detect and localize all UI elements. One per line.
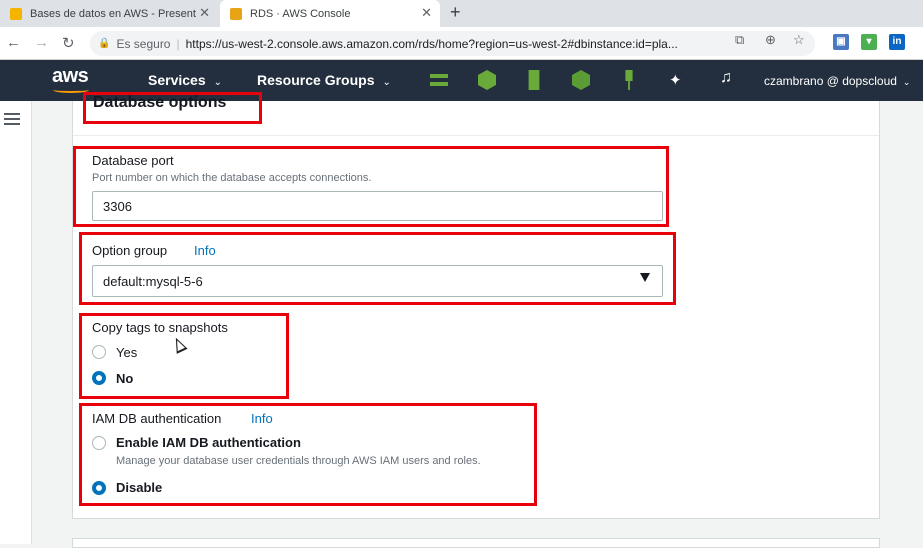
hamburger-menu-icon[interactable] [4, 113, 20, 125]
highlight-box-copy-tags [79, 313, 289, 399]
next-panel [72, 538, 880, 548]
tab-title: RDS · AWS Console [250, 7, 351, 20]
forward-icon[interactable]: → [34, 34, 49, 51]
highlight-box-database-port [73, 146, 669, 227]
side-navigation-rail [0, 101, 32, 544]
bookmark-star-icon[interactable]: ☆ [793, 32, 805, 48]
secure-label: Es seguro [116, 36, 171, 51]
url-text: https://us-west-2.console.aws.amazon.com… [185, 36, 678, 51]
highlight-box-option-group [79, 232, 676, 305]
browser-tab-slides[interactable]: Bases de datos en AWS - Present ✕ [0, 0, 218, 27]
bell-icon[interactable]: ♫ [720, 69, 732, 87]
back-icon[interactable]: ← [6, 34, 21, 51]
services-menu[interactable]: Services ⌄ [148, 72, 222, 88]
chevron-down-icon: ⌄ [213, 77, 222, 88]
service-shortcut-icon[interactable] [478, 70, 496, 90]
new-tab-button[interactable]: + [450, 2, 461, 23]
slides-favicon-icon [10, 7, 22, 20]
service-shortcut-icon[interactable] [430, 74, 448, 86]
linkedin-icon[interactable]: in [889, 34, 905, 50]
lock-icon: 🔒 [98, 38, 111, 49]
extension-screen-icon[interactable]: ▣ [833, 34, 849, 50]
services-label: Services [148, 72, 206, 88]
reload-icon[interactable]: ↻ [62, 34, 75, 52]
browser-toolbar: ← → ↻ 🔒 Es seguro | https://us-west-2.co… [0, 27, 923, 60]
chevron-down-icon: ⌄ [382, 77, 391, 88]
zoom-icon[interactable]: ⊕ [765, 32, 776, 48]
browser-tab-strip: Bases de datos en AWS - Present ✕ RDS · … [0, 0, 923, 27]
user-label: czambrano @ dopscloud [764, 74, 897, 88]
translate-icon[interactable]: ⧉ [735, 32, 744, 48]
extension-inbox-icon[interactable]: ▾ [861, 34, 877, 50]
aws-favicon-icon [230, 7, 242, 20]
close-tab-icon[interactable]: ✕ [421, 5, 432, 21]
highlight-box-iam-auth [79, 403, 537, 506]
close-tab-icon[interactable]: ✕ [199, 5, 210, 21]
browser-tab-rds[interactable]: RDS · AWS Console ✕ [220, 0, 440, 27]
service-shortcut-icon[interactable] [572, 70, 590, 90]
resource-groups-label: Resource Groups [257, 72, 375, 88]
omnibox-separator: | [176, 36, 180, 51]
aws-logo[interactable]: aws [52, 65, 89, 88]
tab-title: Bases de datos en AWS - Present [30, 7, 196, 20]
chevron-down-icon: ⌄ [902, 77, 911, 87]
highlight-box-title [83, 92, 262, 124]
service-shortcut-icon[interactable] [625, 70, 633, 90]
resource-groups-menu[interactable]: Resource Groups ⌄ [257, 72, 391, 88]
user-account-menu[interactable]: czambrano @ dopscloud ⌄ [764, 74, 910, 88]
service-shortcut-icon[interactable] [528, 70, 540, 90]
address-bar[interactable]: 🔒 Es seguro | https://us-west-2.console.… [90, 31, 815, 56]
pin-icon[interactable]: ✦ [669, 71, 682, 89]
